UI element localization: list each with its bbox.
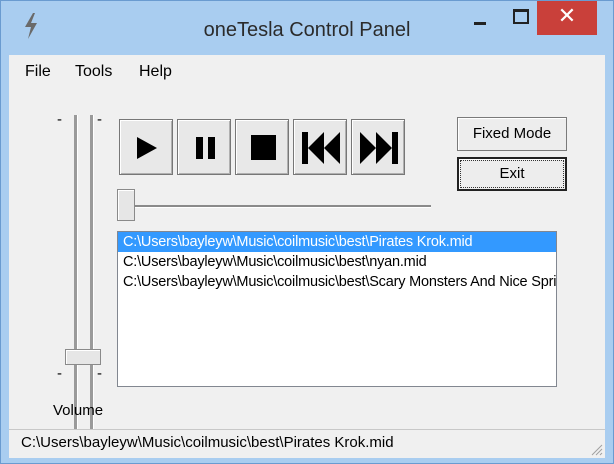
skip-forward-icon (360, 132, 398, 164)
client-area: File Tools Help - - - - Volume Fixed Mod… (9, 55, 605, 458)
volume-track-secondary (90, 115, 94, 439)
maximize-button[interactable] (501, 1, 539, 35)
stop-button[interactable] (235, 119, 289, 175)
playlist-item[interactable]: C:\Users\bayleyw\Music\coilmusic\best\Pi… (118, 232, 556, 252)
minimize-button[interactable] (461, 1, 499, 35)
volume-tick-top-left: - (57, 111, 62, 128)
pause-icon (196, 137, 215, 159)
menu-file[interactable]: File (25, 63, 51, 81)
next-button[interactable] (351, 119, 405, 175)
volume-tick-bottom-left: - (57, 365, 62, 382)
stop-icon (251, 135, 276, 160)
status-bar: C:\Users\bayleyw\Music\coilmusic\best\Pi… (9, 429, 605, 458)
close-button[interactable]: ✕ (537, 1, 597, 35)
volume-tick-bottom-right: - (97, 365, 102, 382)
maximize-icon (513, 9, 529, 24)
resize-grip-icon[interactable] (589, 442, 603, 456)
fixed-mode-button[interactable]: Fixed Mode (457, 117, 567, 151)
menu-tools[interactable]: Tools (75, 63, 112, 81)
volume-label: Volume (53, 402, 104, 419)
play-icon (137, 137, 157, 159)
exit-button[interactable]: Exit (457, 157, 567, 191)
skip-back-icon (302, 132, 340, 164)
volume-tick-top-right: - (97, 111, 102, 128)
play-button[interactable] (119, 119, 173, 175)
playlist-item[interactable]: C:\Users\bayleyw\Music\coilmusic\best\Sc… (118, 272, 556, 292)
status-text: C:\Users\bayleyw\Music\coilmusic\best\Pi… (21, 434, 394, 451)
menu-bar: File Tools Help (9, 55, 605, 87)
minimize-icon (474, 22, 486, 25)
pause-button[interactable] (177, 119, 231, 175)
seek-slider-thumb[interactable] (117, 189, 135, 221)
title-bar[interactable]: oneTesla Control Panel ✕ (1, 1, 613, 55)
volume-slider-thumb[interactable] (65, 348, 101, 365)
app-window: oneTesla Control Panel ✕ File Tools Help… (0, 0, 614, 464)
playlist-item[interactable]: C:\Users\bayleyw\Music\coilmusic\best\ny… (118, 252, 556, 272)
volume-track[interactable] (74, 115, 78, 439)
menu-help[interactable]: Help (139, 63, 172, 81)
playlist[interactable]: C:\Users\bayleyw\Music\coilmusic\best\Pi… (117, 231, 557, 387)
seek-track[interactable] (117, 205, 431, 208)
previous-button[interactable] (293, 119, 347, 175)
close-icon: ✕ (557, 4, 577, 29)
